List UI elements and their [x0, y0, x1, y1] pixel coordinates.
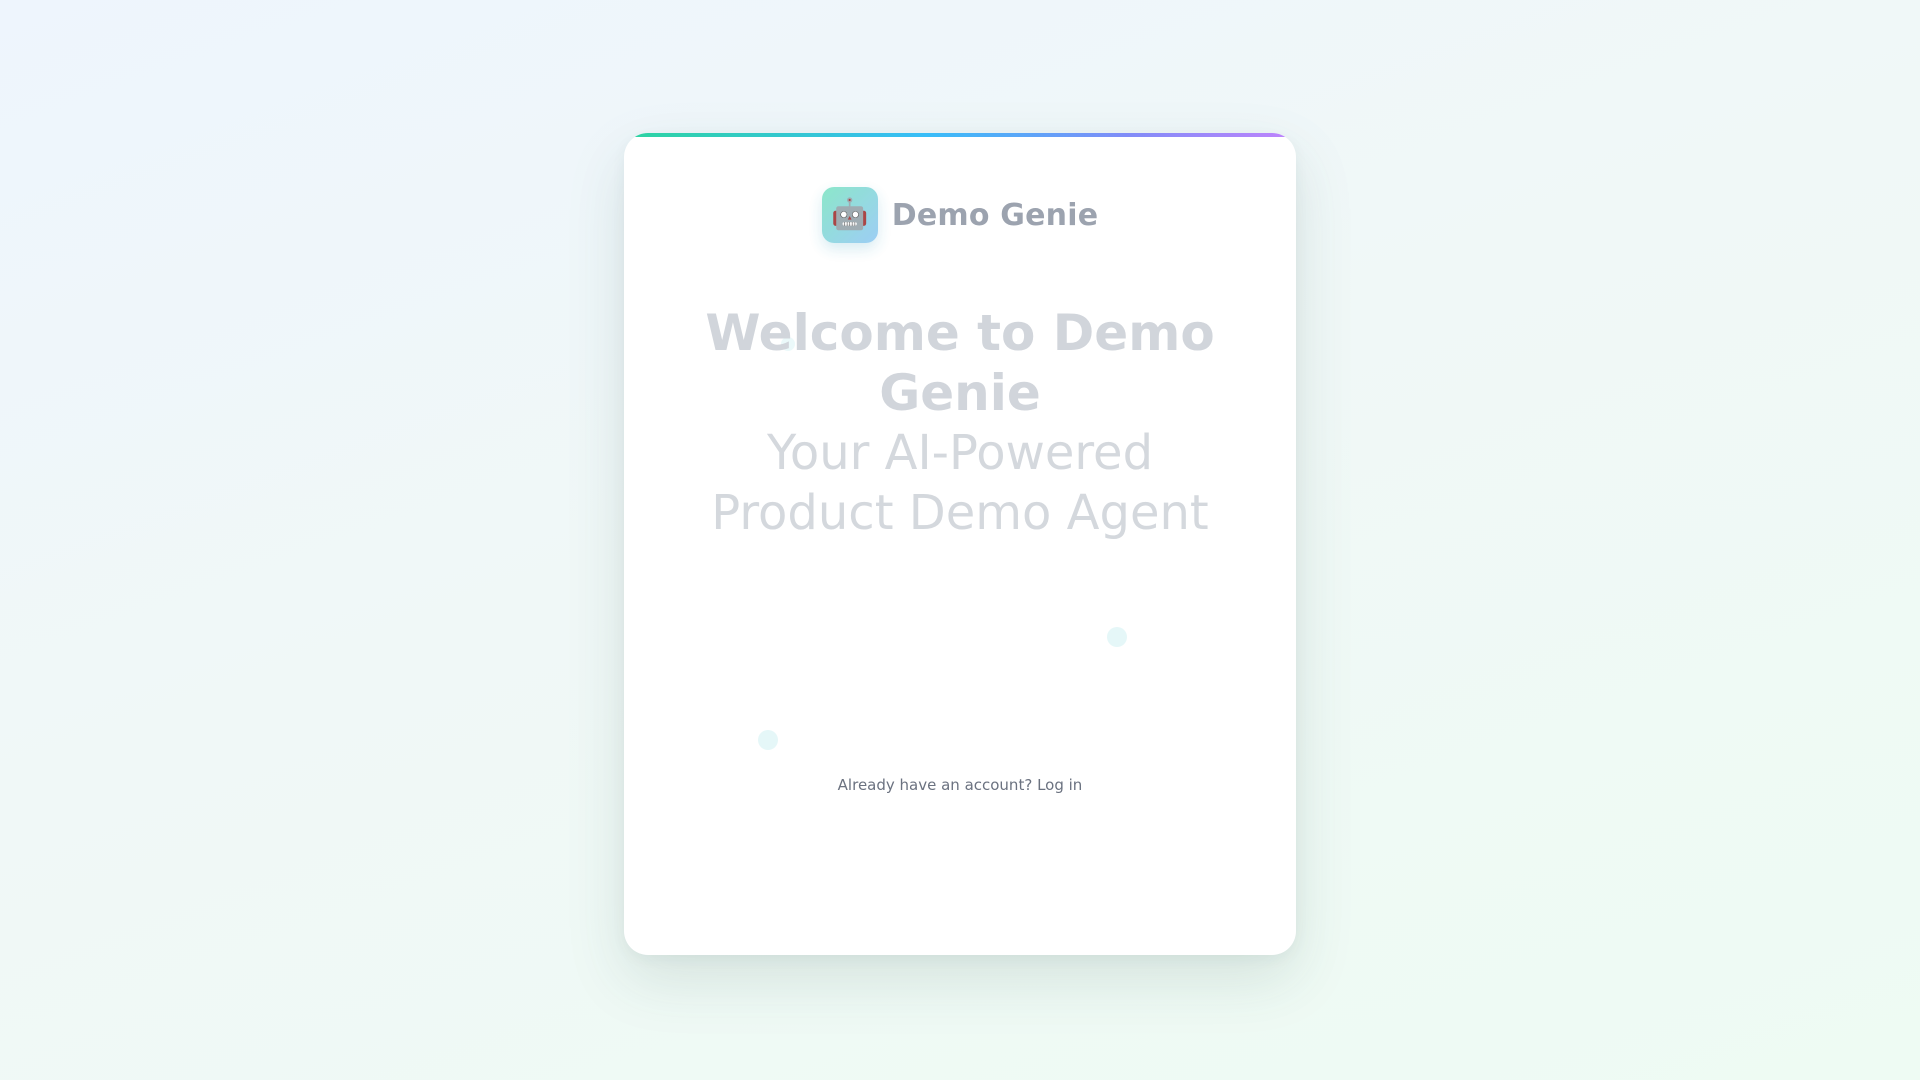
signup-card: 🤖 Demo Genie Welcome to Demo Genie Your …: [624, 133, 1296, 955]
login-prompt: Already have an account? Log in: [624, 776, 1296, 794]
decorative-dot: [1107, 627, 1127, 647]
login-prompt-text: Already have an account?: [837, 776, 1033, 794]
robot-icon: 🤖: [821, 187, 878, 243]
login-link[interactable]: Log in: [1037, 776, 1082, 794]
hero-section: Welcome to Demo Genie Your AI-Powered Pr…: [684, 303, 1236, 543]
brand-name: Demo Genie: [891, 197, 1099, 233]
decorative-dot: [758, 730, 778, 750]
hero-title: Welcome to Demo Genie: [705, 304, 1215, 422]
hero-subtitle: Your AI-Powered Product Demo Agent: [711, 425, 1209, 541]
card-accent-bar: [624, 133, 1296, 137]
brand-header: 🤖 Demo Genie: [624, 187, 1296, 243]
